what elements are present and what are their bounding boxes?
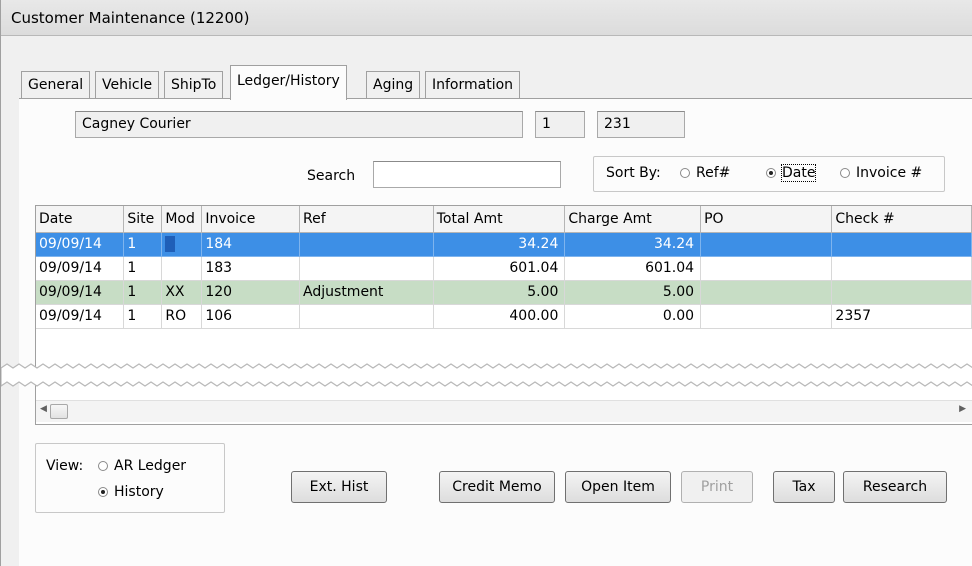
cell-ref — [299, 256, 434, 281]
cell-site: 1 — [123, 304, 163, 329]
cell-invoice: 120 — [201, 280, 301, 305]
table-row[interactable]: 09/09/14 1 XX 120 Adjustment 5.00 5.00 — [36, 280, 972, 305]
cell-mod: XX — [161, 280, 203, 305]
radio-selected-icon — [98, 487, 108, 497]
cell-total-amt: 400.00 — [433, 304, 566, 329]
cell-po — [700, 304, 833, 329]
column-header-ref[interactable]: Ref — [299, 206, 434, 233]
radio-selected-icon — [766, 168, 776, 178]
cell-mod — [161, 256, 203, 281]
table-row[interactable]: 09/09/14 1 184 34.24 34.24 — [36, 232, 972, 257]
column-header-check[interactable]: Check # — [831, 206, 972, 233]
window-title: Customer Maintenance (12200) — [11, 9, 250, 27]
column-header-date[interactable]: Date — [36, 206, 125, 233]
title-bar[interactable]: Customer Maintenance (12200) — [1, 0, 972, 36]
search-input[interactable] — [373, 161, 561, 188]
cell-po — [700, 232, 833, 257]
view-ar-ledger-label: AR Ledger — [114, 458, 187, 474]
tab-aging[interactable]: Aging — [366, 71, 421, 99]
view-label: View: — [46, 458, 84, 474]
cell-check: 2357 — [831, 304, 972, 329]
column-header-charge-amt[interactable]: Charge Amt — [564, 206, 702, 233]
customer-number-field[interactable]: 231 — [597, 111, 685, 138]
tab-ledger-history[interactable]: Ledger/History — [230, 65, 347, 100]
sort-ref-label: Ref# — [696, 165, 731, 181]
sort-invoice-radio[interactable]: Invoice # — [840, 165, 922, 181]
column-header-invoice[interactable]: Invoice — [201, 206, 301, 233]
column-header-site[interactable]: Site — [123, 206, 163, 233]
cell-check — [831, 232, 972, 257]
cell-po — [700, 280, 833, 305]
credit-memo-button[interactable]: Credit Memo — [439, 471, 555, 503]
sort-by-label: Sort By: — [606, 165, 661, 181]
cell-site: 1 — [123, 256, 163, 281]
scroll-right-arrow-icon[interactable]: ▶ — [959, 404, 966, 414]
view-history-label: History — [114, 484, 164, 500]
radio-icon — [840, 168, 850, 178]
cell-focus-marker — [165, 235, 176, 252]
radio-icon — [680, 168, 690, 178]
cell-ref — [299, 232, 434, 257]
table-row[interactable]: 09/09/14 1 RO 106 400.00 0.00 2357 — [36, 304, 972, 329]
column-header-po[interactable]: PO — [700, 206, 833, 233]
ext-hist-button[interactable]: Ext. Hist — [291, 471, 387, 503]
cell-charge-amt: 5.00 — [564, 280, 702, 305]
tab-information[interactable]: Information — [425, 71, 521, 99]
tab-vehicle[interactable]: Vehicle — [95, 71, 160, 99]
cell-date: 09/09/14 — [36, 256, 125, 281]
column-header-total-amt[interactable]: Total Amt — [433, 206, 566, 233]
sort-invoice-label: Invoice # — [856, 165, 923, 181]
grid-header-row: Date Site Mod Invoice Ref Total Amt Char… — [36, 206, 972, 233]
view-ar-ledger-radio[interactable]: AR Ledger — [98, 458, 186, 474]
cell-charge-amt: 34.24 — [564, 232, 702, 257]
customer-maintenance-window: Customer Maintenance (12200) General Veh… — [0, 0, 972, 566]
cell-ref — [299, 304, 434, 329]
search-label: Search — [307, 168, 356, 184]
cell-invoice: 183 — [201, 256, 301, 281]
torn-edge-divider — [1, 363, 972, 387]
radio-icon — [98, 461, 108, 471]
customer-site-field[interactable]: 1 — [535, 111, 585, 138]
cell-invoice: 184 — [201, 232, 301, 257]
view-history-radio[interactable]: History — [98, 484, 164, 500]
scrollbar-thumb[interactable] — [50, 404, 68, 419]
tax-button[interactable]: Tax — [773, 471, 835, 503]
cell-mod: RO — [161, 304, 203, 329]
cell-po — [700, 256, 833, 281]
cell-date: 09/09/14 — [36, 280, 125, 305]
column-header-mod[interactable]: Mod — [161, 206, 203, 233]
cell-charge-amt: 601.04 — [564, 256, 702, 281]
cell-ref: Adjustment — [299, 280, 434, 305]
research-button[interactable]: Research — [843, 471, 947, 503]
cell-check — [831, 256, 972, 281]
sort-ref-radio[interactable]: Ref# — [680, 165, 730, 181]
view-group: View: AR Ledger History — [35, 443, 225, 513]
tab-shipto[interactable]: ShipTo — [164, 71, 224, 99]
cell-mod — [161, 232, 203, 257]
table-row[interactable]: 09/09/14 1 183 601.04 601.04 — [36, 256, 972, 281]
cell-date: 09/09/14 — [36, 304, 125, 329]
horizontal-scrollbar[interactable]: ◀ ▶ — [36, 400, 972, 422]
customer-name-field[interactable]: Cagney Courier — [75, 111, 523, 138]
open-item-button[interactable]: Open Item — [565, 471, 671, 503]
tab-general[interactable]: General — [21, 71, 91, 99]
sort-by-group: Sort By: Ref# Date Invoice # — [593, 156, 945, 192]
cell-charge-amt: 0.00 — [564, 304, 702, 329]
cell-check — [831, 280, 972, 305]
print-button[interactable]: Print — [681, 471, 753, 503]
sort-date-label: Date — [780, 164, 817, 182]
cell-total-amt: 5.00 — [433, 280, 566, 305]
cell-total-amt: 601.04 — [433, 256, 566, 281]
sort-date-radio[interactable]: Date — [766, 164, 817, 182]
scroll-left-arrow-icon[interactable]: ◀ — [40, 404, 47, 414]
cell-total-amt: 34.24 — [433, 232, 566, 257]
cell-date: 09/09/14 — [36, 232, 125, 257]
cell-site: 1 — [123, 280, 163, 305]
cell-site: 1 — [123, 232, 163, 257]
cell-invoice: 106 — [201, 304, 301, 329]
